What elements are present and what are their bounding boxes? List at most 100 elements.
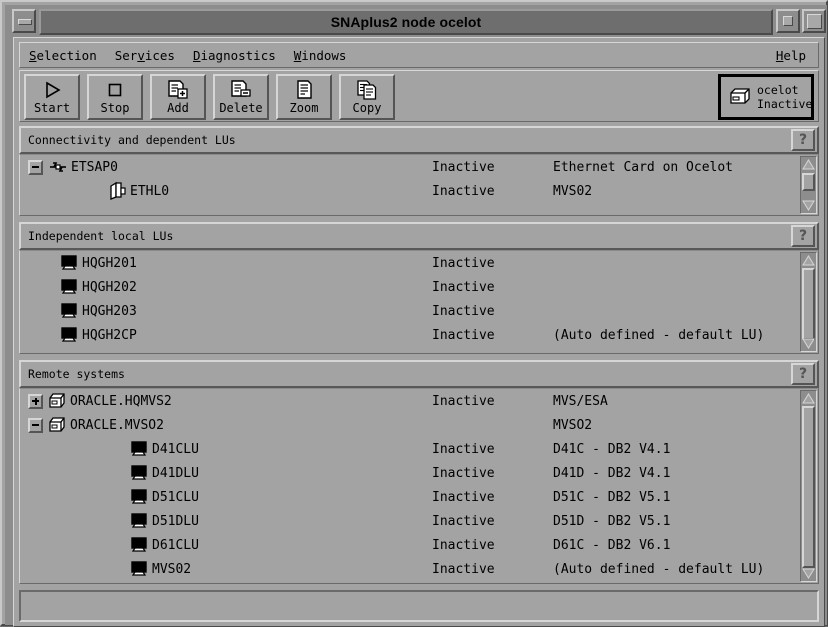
row-description: D41C - DB2 V4.1 <box>553 442 670 457</box>
row-status: Inactive <box>432 256 495 271</box>
table-row[interactable]: MVS02 Inactive (Auto defined - default L… <box>20 557 798 581</box>
row-content: HQGH203 Inactive <box>20 299 798 323</box>
minimize-icon[interactable] <box>12 9 36 33</box>
lu-terminal-icon <box>58 327 80 343</box>
connectivity-scrollbar[interactable] <box>800 156 817 214</box>
scroll-thumb[interactable] <box>802 173 815 191</box>
row-content: D51DLU Inactive D51D - DB2 V5.1 <box>20 509 798 533</box>
add-button[interactable]: Add <box>150 74 206 120</box>
row-description: MVS/ESA <box>553 394 608 409</box>
host-system-icon <box>46 392 68 410</box>
scroll-down-icon[interactable] <box>802 567 815 580</box>
row-status: Inactive <box>432 466 495 481</box>
lu-terminal-icon <box>128 441 150 457</box>
host-system-icon <box>46 416 68 434</box>
delete-button[interactable]: Delete <box>213 74 269 120</box>
menu-item-selection[interactable]: Selection <box>20 45 106 66</box>
stop-button[interactable]: Stop <box>87 74 143 120</box>
row-name: D61CLU <box>152 538 199 553</box>
table-row[interactable]: D51DLU Inactive D51D - DB2 V5.1 <box>20 509 798 533</box>
scroll-down-icon[interactable] <box>802 337 815 350</box>
expander-collapse-etsap0[interactable] <box>28 160 43 175</box>
expander-expand-hqmvs2[interactable] <box>28 394 43 409</box>
row-status: Inactive <box>432 538 495 553</box>
table-row[interactable]: D61CLU Inactive D61C - DB2 V6.1 <box>20 533 798 557</box>
row-name: D51CLU <box>152 490 199 505</box>
menu-item-windows[interactable]: Windows <box>285 45 356 66</box>
row-description: Ethernet Card on Ocelot <box>553 160 733 175</box>
row-status: Inactive <box>432 304 495 319</box>
row-status: Inactive <box>432 280 495 295</box>
scroll-thumb[interactable] <box>802 406 815 568</box>
lu-terminal-icon <box>58 279 80 295</box>
copy-button-label: Copy <box>353 102 382 115</box>
row-status: Inactive <box>432 328 495 343</box>
title-bar: SNAplus2 node ocelot <box>12 9 826 35</box>
node-status-button[interactable]: ocelot Inactive <box>718 74 814 120</box>
start-button-label: Start <box>34 102 70 115</box>
client-area: Selection Services Diagnostics Windows H… <box>13 37 825 627</box>
row-name: HQGH202 <box>82 280 137 295</box>
table-row[interactable]: ETSAP0 Inactive Ethernet Card on Ocelot <box>20 155 798 179</box>
row-name: D41DLU <box>152 466 199 481</box>
table-row[interactable]: HQGH2CP Inactive (Auto defined - default… <box>20 323 798 347</box>
row-status: Inactive <box>432 184 495 199</box>
row-content: D41DLU Inactive D41D - DB2 V4.1 <box>20 461 798 485</box>
scroll-up-icon[interactable] <box>802 158 815 171</box>
start-button[interactable]: Start <box>24 74 80 120</box>
panel-connectivity-header: Connectivity and dependent LUs ? <box>19 126 819 154</box>
expander-collapse-mvso2[interactable] <box>28 418 43 433</box>
row-content: D61CLU Inactive D61C - DB2 V6.1 <box>20 533 798 557</box>
question-mark-icon[interactable]: ? <box>791 129 815 151</box>
svg-text:?: ? <box>799 228 807 244</box>
panel-independent-lus-body: HQGH201 Inactive <box>19 250 819 354</box>
row-content: ORACLE.HQMVS2 Inactive MVS/ESA <box>20 389 798 413</box>
scroll-down-icon[interactable] <box>802 199 815 212</box>
remote-systems-scrollbar[interactable] <box>800 390 817 582</box>
document-add-icon <box>167 79 189 101</box>
scroll-up-icon[interactable] <box>802 254 815 267</box>
row-name: ETSAP0 <box>71 160 118 175</box>
menu-item-diagnostics[interactable]: Diagnostics <box>184 45 285 66</box>
row-content: HQGH201 Inactive <box>20 251 798 275</box>
panel-independent-lus: Independent local LUs ? <box>19 222 819 354</box>
play-triangle-icon <box>42 79 62 101</box>
row-status: Inactive <box>432 514 495 529</box>
link-station-icon <box>47 159 69 175</box>
row-name: D51DLU <box>152 514 199 529</box>
svg-text:?: ? <box>799 132 807 148</box>
table-row[interactable]: HQGH203 Inactive <box>20 299 798 323</box>
row-name: HQGH203 <box>82 304 137 319</box>
question-mark-icon[interactable]: ? <box>791 225 815 247</box>
table-row[interactable]: HQGH201 Inactive <box>20 251 798 275</box>
lu-terminal-icon <box>128 513 150 529</box>
table-row[interactable]: D41DLU Inactive D41D - DB2 V4.1 <box>20 461 798 485</box>
panel-independent-lus-title: Independent local LUs <box>21 229 173 243</box>
scroll-thumb[interactable] <box>802 268 815 340</box>
question-mark-icon[interactable]: ? <box>791 363 815 385</box>
panel-connectivity-body: ETSAP0 Inactive Ethernet Card on Ocelot <box>19 154 819 216</box>
row-status: Inactive <box>432 442 495 457</box>
restore-icon[interactable] <box>776 9 800 33</box>
menu-item-help[interactable]: Help <box>767 45 818 66</box>
table-row[interactable]: D51CLU Inactive D51C - DB2 V5.1 <box>20 485 798 509</box>
maximize-icon[interactable] <box>802 9 826 33</box>
table-row[interactable]: ETHL0 Inactive MVS02 <box>20 179 798 203</box>
row-description: D51C - DB2 V5.1 <box>553 490 670 505</box>
copy-button[interactable]: Copy <box>339 74 395 120</box>
zoom-button[interactable]: Zoom <box>276 74 332 120</box>
table-row[interactable]: D41CLU Inactive D41C - DB2 V4.1 <box>20 437 798 461</box>
lu-terminal-icon <box>58 255 80 271</box>
table-row[interactable]: HQGH202 Inactive <box>20 275 798 299</box>
stop-button-label: Stop <box>101 102 130 115</box>
lu-terminal-icon <box>128 465 150 481</box>
window-title: SNAplus2 node ocelot <box>39 9 773 35</box>
table-row[interactable]: ORACLE.HQMVS2 Inactive MVS/ESA <box>20 389 798 413</box>
table-row[interactable]: ORACLE.MVSO2 MVSO2 <box>20 413 798 437</box>
scroll-up-icon[interactable] <box>802 392 815 405</box>
toolbar: Start Stop <box>19 70 819 122</box>
independent-lu-row-list: HQGH201 Inactive <box>20 251 798 353</box>
row-content: HQGH202 Inactive <box>20 275 798 299</box>
menu-item-services[interactable]: Services <box>106 45 184 66</box>
independent-lus-scrollbar[interactable] <box>800 252 817 352</box>
